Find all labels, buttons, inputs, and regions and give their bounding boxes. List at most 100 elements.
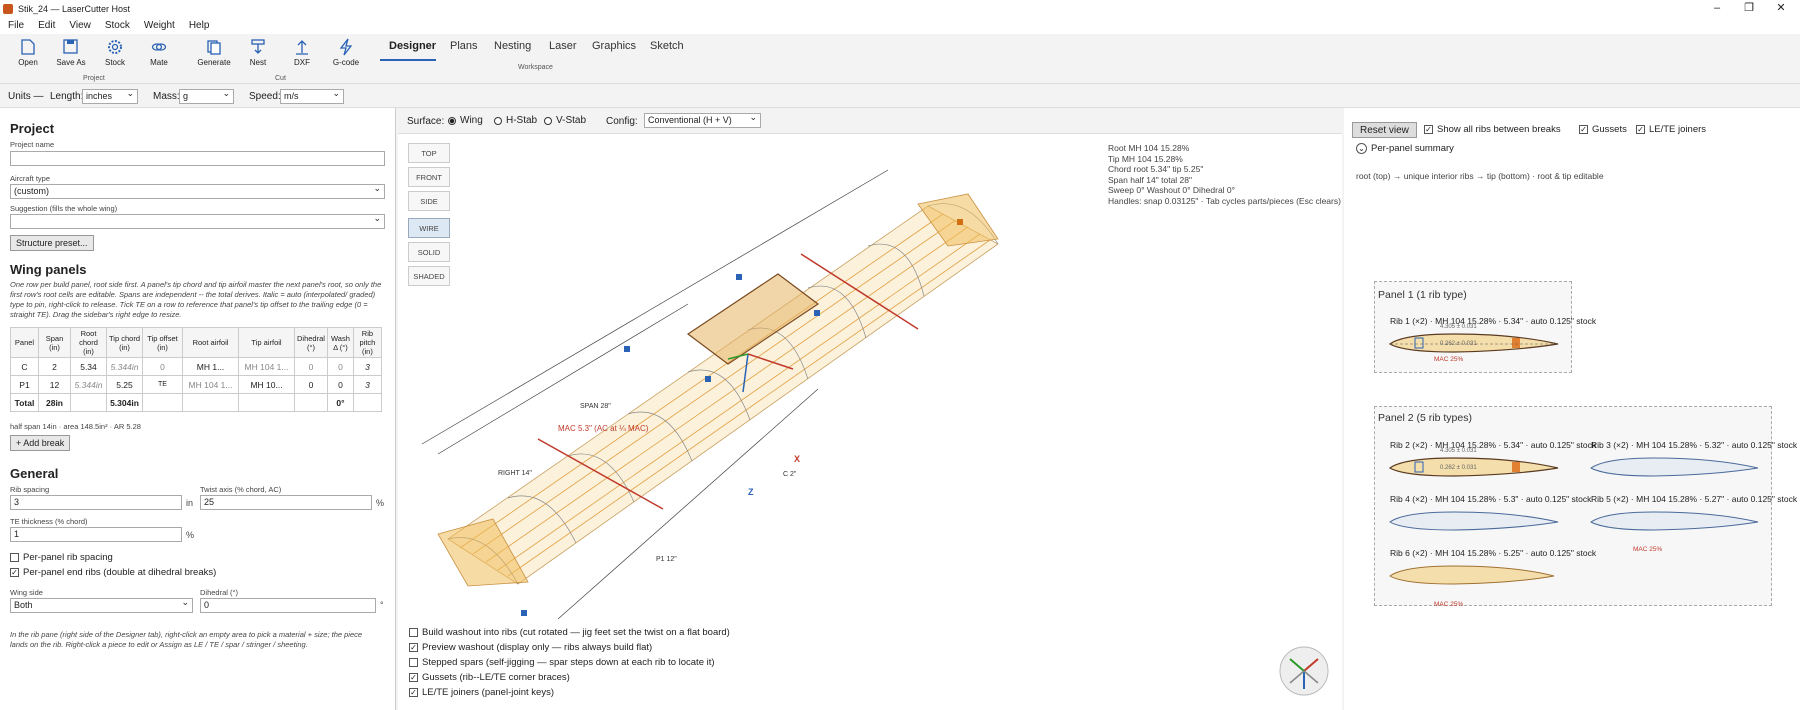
viewport-3d[interactable]: Surface: Wing H-Stab V-Stab Config: Conv… <box>398 108 1342 710</box>
cell-rib-pitch[interactable]: 3 <box>352 357 382 376</box>
link-icon <box>151 43 167 51</box>
dxf-button[interactable]: DXF <box>280 38 324 67</box>
speed-select[interactable]: m/s <box>280 88 344 104</box>
cell-span[interactable]: 12 <box>38 375 71 394</box>
gear-icon <box>108 40 122 54</box>
rib-spacing-input[interactable]: 3 <box>10 495 182 510</box>
cell-wash[interactable]: 0 <box>326 357 354 376</box>
cell-tip-offset-te[interactable]: TE <box>142 375 183 394</box>
col-root-chord: Root chord (in) <box>70 327 107 358</box>
rib-pane[interactable]: Reset view ✓ Show all ribs between breaks… <box>1344 108 1800 710</box>
menu-view[interactable]: View <box>61 17 97 34</box>
rib-4-profile <box>1389 511 1559 531</box>
cell-root-chord[interactable]: 5.34 <box>70 357 107 376</box>
per-panel-rib-spacing-checkbox[interactable]: Per-panel rib spacing <box>10 552 113 563</box>
build-washout-checkbox[interactable]: Build washout into ribs (cut rotated — j… <box>409 627 730 638</box>
suggestion-label: Suggestion (fills the whole wing) <box>10 204 118 213</box>
aircraft-type-select[interactable]: (custom) <box>10 183 385 199</box>
suggestion-select[interactable] <box>10 213 385 229</box>
cell-span[interactable]: 2 <box>38 357 71 376</box>
cell-root-airfoil[interactable]: MH 1... <box>182 357 239 376</box>
spar-line <box>485 226 969 563</box>
mass-select[interactable]: g <box>179 88 234 104</box>
stock-button[interactable]: Stock <box>93 38 137 67</box>
nest-button[interactable]: Nest <box>236 38 280 67</box>
handle-icon[interactable] <box>736 274 742 280</box>
checkbox-checked-icon: ✓ <box>10 568 19 577</box>
dihedral-input[interactable]: 0 <box>200 598 376 613</box>
add-break-button[interactable]: + Add break <box>10 435 71 451</box>
window-title: Stik_24 — LaserCutter Host <box>18 3 131 14</box>
surface-hstab-radio[interactable]: H-Stab <box>494 115 537 126</box>
cell-root-chord[interactable]: 5.344in <box>70 375 107 394</box>
surface-wing-radio[interactable]: Wing <box>448 115 483 126</box>
cell-tip-airfoil[interactable]: MH 104 1... <box>238 357 295 376</box>
handle-icon[interactable] <box>814 310 820 316</box>
handle-icon[interactable] <box>624 346 630 352</box>
nest-label: Nest <box>249 58 267 67</box>
menu-file[interactable]: File <box>0 17 30 34</box>
cell-root-airfoil[interactable]: MH 104 1... <box>182 375 239 394</box>
gussets-checkbox[interactable]: ✓ Gussets (rib--LE/TE corner braces) <box>409 672 570 683</box>
nest-icon <box>251 39 265 54</box>
cell-tip-chord[interactable]: 5.344in <box>106 357 143 376</box>
handle-icon[interactable] <box>957 219 963 225</box>
preview-washout-label: Preview washout (display only — ribs alw… <box>422 642 653 653</box>
copy-icon <box>207 40 221 55</box>
bolt-icon <box>339 38 353 56</box>
col-rib-pitch: Rib pitch (in) <box>352 327 382 358</box>
close-icon[interactable]: ✕ <box>1770 0 1792 17</box>
surface-wing-label: Wing <box>460 115 483 126</box>
cell-tip-airfoil[interactable]: MH 10... <box>238 375 295 394</box>
handle-icon[interactable] <box>521 610 527 616</box>
mate-button[interactable]: Mate <box>137 38 181 67</box>
menu-help[interactable]: Help <box>181 17 216 34</box>
joiners-checkbox[interactable]: ✓ LE/TE joiners (panel-joint keys) <box>409 687 554 698</box>
config-select[interactable]: Conventional (H + V) <box>644 112 761 128</box>
cell-dihedral[interactable]: 0 <box>294 357 328 376</box>
cell-wash[interactable]: 0 <box>326 375 354 394</box>
gcode-button[interactable]: G-code <box>324 38 368 67</box>
tab-graphics[interactable]: Graphics <box>592 40 636 52</box>
open-button[interactable]: Open <box>6 38 50 67</box>
per-panel-end-ribs-label: Per-panel end ribs (double at dihedral b… <box>23 567 217 578</box>
tab-designer[interactable]: Designer <box>389 40 436 52</box>
tab-sketch[interactable]: Sketch <box>650 40 684 52</box>
handle-icon[interactable] <box>705 376 711 382</box>
per-panel-end-ribs-checkbox[interactable]: ✓ Per-panel end ribs (double at dihedral … <box>10 567 216 578</box>
wing-side-select[interactable]: Both <box>10 597 193 613</box>
surface-vstab-radio[interactable]: V-Stab <box>544 115 586 126</box>
generate-button[interactable]: Generate <box>192 38 236 67</box>
stepped-spars-checkbox[interactable]: Stepped spars (self-jigging — spar steps… <box>409 657 715 668</box>
structure-preset-button[interactable]: Structure preset... <box>10 235 94 251</box>
active-tab-indicator <box>380 59 436 61</box>
length-select[interactable]: inches <box>82 88 138 104</box>
cell-tip-offset[interactable]: 0 <box>142 357 183 376</box>
save-as-button[interactable]: Save As <box>49 38 93 67</box>
tab-nesting[interactable]: Nesting <box>494 40 531 52</box>
tab-plans[interactable]: Plans <box>450 40 478 52</box>
minimize-icon[interactable]: – <box>1706 0 1728 17</box>
group-workspace: Workspace <box>518 64 553 71</box>
x-axis-label: X <box>794 454 801 464</box>
span-dim-label: SPAN 28" <box>580 403 611 410</box>
te-thickness-unit: % <box>186 530 195 540</box>
tab-laser[interactable]: Laser <box>549 40 577 52</box>
project-name-input[interactable] <box>10 151 385 166</box>
cell-dihedral[interactable]: 0 <box>294 375 328 394</box>
speed-label: Speed: <box>249 91 281 102</box>
menu-weight[interactable]: Weight <box>136 17 181 34</box>
te-thickness-input[interactable]: 1 <box>10 527 182 542</box>
menu-stock[interactable]: Stock <box>97 17 136 34</box>
menu-edit[interactable]: Edit <box>30 17 61 34</box>
maximize-icon[interactable]: ❐ <box>1738 0 1760 17</box>
orientation-gizmo-icon[interactable] <box>1278 645 1330 697</box>
cell-tip-chord[interactable]: 5.25 <box>106 375 143 394</box>
sidebar: Project Project name Aircraft type (cust… <box>0 108 396 710</box>
twist-axis-input[interactable]: 25 <box>200 495 372 510</box>
preview-washout-checkbox[interactable]: ✓ Preview washout (display only — ribs al… <box>409 642 652 653</box>
cell-rib-pitch[interactable]: 3 <box>352 375 382 394</box>
mass-label: Mass: <box>153 91 180 102</box>
rib-spacing-unit: in <box>186 498 194 508</box>
total-tip: 5.304in <box>106 393 143 412</box>
